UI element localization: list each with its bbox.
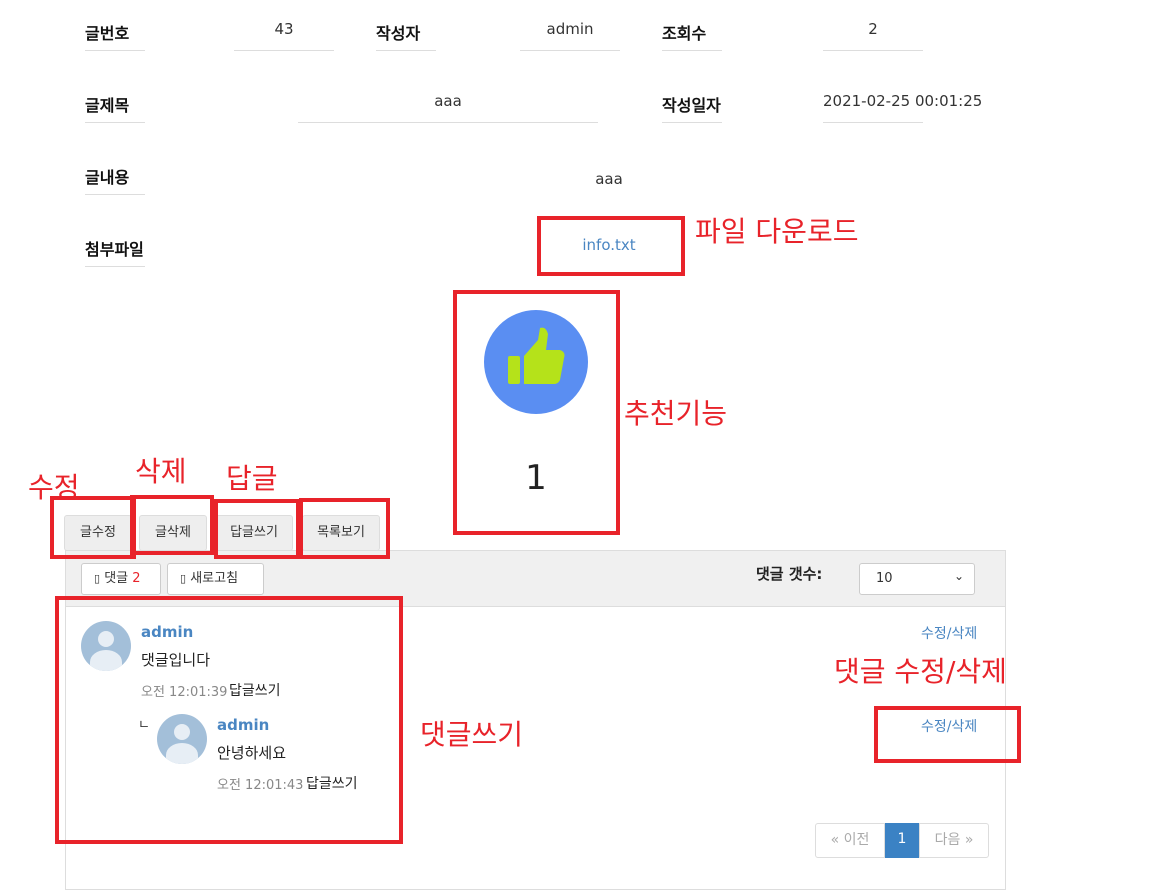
post-title-label: 글제목 [85,92,145,123]
post-views-label: 조회수 [662,20,722,51]
annotation-edit: 수정 [28,471,80,504]
annotation-comment-edit-delete: 댓글 수정/삭제 [834,655,1007,688]
chevron-down-icon: ⌄ [953,569,964,583]
comment-edit-delete-link[interactable]: 수정/삭제 [921,623,977,643]
annotation-box-list [299,498,390,559]
comments-toggle-button[interactable]: ▯ 댓글 2 [81,563,161,595]
annotation-delete: 삭제 [135,455,187,488]
post-content-value: aaa [595,170,623,188]
annotation-recommend: 추천기능 [624,397,728,430]
refresh-button[interactable]: ▯ 새로고침 [167,563,264,595]
annotation-comment-write: 댓글쓰기 [420,718,524,751]
comment-count: 2 [132,571,141,586]
annotation-box-comment-edit [874,706,1021,763]
post-title-value: aaa [298,92,598,123]
annotation-box-like [453,290,620,535]
page-size-value: 10 [876,571,893,586]
page-size-label: 댓글 갯수: [756,565,823,583]
pagination-page[interactable]: 1 [885,823,919,858]
page-size-select[interactable]: 10 ⌄ [859,563,975,595]
pagination-next[interactable]: 다음 » [919,823,989,858]
annotation-reply: 답글 [226,462,278,495]
post-no-value: 43 [234,20,334,51]
post-date-label: 작성일자 [662,92,722,123]
annotation-file-download: 파일 다운로드 [695,215,859,248]
refresh-label: 새로고침 [190,571,239,586]
post-writer-value: admin [520,20,620,51]
post-file-label: 첨부파일 [85,236,145,267]
comment-icon: ▯ [94,572,101,585]
post-views-value: 2 [823,20,923,51]
pagination-prev[interactable]: « 이전 [815,823,885,858]
annotation-box-delete [130,495,214,555]
post-no-label: 글번호 [85,20,145,51]
annotation-box-file [537,216,685,276]
refresh-icon: ▯ [180,572,187,585]
pagination: « 이전 1 다음 » [815,823,989,858]
post-writer-label: 작성자 [376,20,436,51]
post-date-value: 2021-02-25 00:01:25 [823,92,982,123]
comment-btn-label: 댓글 [104,571,129,586]
post-content-label: 글내용 [85,164,145,195]
annotation-box-comments [55,596,403,844]
annotation-box-reply [214,499,300,559]
